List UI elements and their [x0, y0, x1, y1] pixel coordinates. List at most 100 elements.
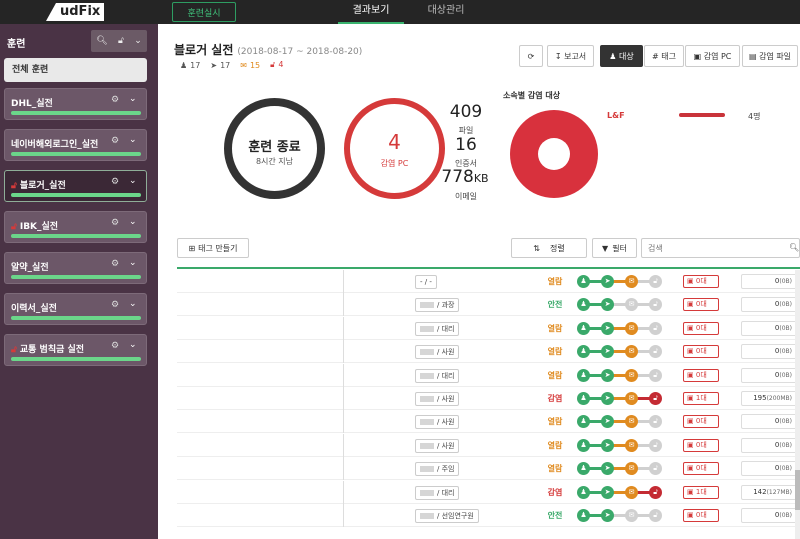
infected-pc-cell[interactable]: ▣ 0대: [683, 509, 719, 522]
unlock-icon: 🔓︎: [649, 462, 662, 476]
infected-pc-cell[interactable]: ▣ 0대: [683, 298, 719, 312]
name-rank-badge: / 대리: [415, 485, 460, 500]
sidebar-item-training[interactable]: 네이버해외로그인_실전 ⚙︎ ⌄: [4, 129, 147, 161]
table-row[interactable]: - / - 열람 ♟︎ ➤︎ ✉︎ 🔓︎ ▣ 0대 0(0B): [177, 270, 800, 293]
tab-results[interactable]: 결과보기: [338, 0, 404, 24]
chevron-down-icon[interactable]: ⌄: [129, 340, 137, 350]
refresh-button[interactable]: ⟳: [519, 45, 543, 67]
run-training-button[interactable]: 훈련실시: [172, 2, 236, 22]
progress-flow: ♟︎ ➤︎ ✉︎ 🔓︎: [577, 345, 663, 359]
chevron-down-icon[interactable]: ⌄: [134, 36, 142, 46]
sidebar-title: 훈련: [7, 39, 26, 50]
unlock-icon: 🔓︎: [649, 368, 662, 382]
unlock-icon: 🔓︎: [649, 392, 662, 405]
gear-icon[interactable]: ⚙︎: [111, 177, 119, 187]
sidebar-item-label: 네이버해외로그인_실전: [11, 140, 99, 150]
report-button[interactable]: ↧︎ 보고서: [547, 45, 594, 67]
sent-data-cell: 195(200MB): [741, 391, 797, 406]
gear-icon[interactable]: ⚙︎: [111, 300, 119, 310]
envelope-icon: ✉︎: [625, 298, 638, 312]
sidebar-item-training[interactable]: DHL_실전 ⚙︎ ⌄: [4, 88, 147, 120]
search-icon[interactable]: 🔍︎: [96, 36, 107, 46]
gear-icon[interactable]: ⚙︎: [111, 341, 119, 351]
unlock-icon: 🔓︎: [649, 485, 662, 499]
sidebar-item-label: 🔓︎ IBK_실전: [11, 222, 59, 232]
search-input[interactable]: [641, 238, 800, 258]
table-row[interactable]: / 대리 열람 ♟︎ ➤︎ ✉︎ 🔓︎ ▣ 0대 0(0B): [177, 316, 800, 340]
chevron-down-icon[interactable]: ⌄: [129, 176, 137, 186]
sent-data-cell: 0(0B): [741, 367, 797, 383]
column-divider: [343, 504, 344, 527]
table-row[interactable]: / 대리 열람 ♟︎ ➤︎ ✉︎ 🔓︎ ▣ 0대 0(0B): [177, 363, 800, 387]
tab-target-management[interactable]: 대상관리: [418, 0, 474, 24]
paper-plane-icon: ➤︎: [601, 368, 614, 382]
unlock-icon[interactable]: 🔓︎: [118, 36, 124, 46]
gear-icon[interactable]: ⚙︎: [111, 95, 119, 105]
infected-pc-cell[interactable]: ▣ 0대: [683, 368, 719, 382]
sidebar-item-training[interactable]: 🔓︎ IBK_실전 ⚙︎ ⌄: [4, 211, 147, 243]
sent-data-cell: 0(0B): [741, 461, 797, 477]
table-row[interactable]: / 사원 감염 ♟︎ ➤︎ ✉︎ 🔓︎ ▣ 1대 195(200MB): [177, 387, 800, 410]
scrollbar-thumb[interactable]: [795, 470, 800, 510]
view-by-tag-button[interactable]: # 태그: [644, 45, 684, 67]
envelope-icon: ✉︎: [625, 392, 638, 405]
table-row[interactable]: / 사원 열람 ♟︎ ➤︎ ✉︎ 🔓︎ ▣ 0대 0(0B): [177, 410, 800, 434]
user-icon: ♟︎: [577, 438, 590, 452]
table-row[interactable]: / 사원 열람 ♟︎ ➤︎ ✉︎ 🔓︎ ▣ 0대 0(0B): [177, 340, 800, 364]
infected-pc-cell[interactable]: ▣ 0대: [683, 275, 719, 288]
infected-pc-cell[interactable]: ▣ 0대: [683, 345, 719, 359]
infected-pc-cell[interactable]: ▣ 0대: [683, 415, 719, 429]
sidebar-item-training[interactable]: 이력서_실전 ⚙︎ ⌄: [4, 293, 147, 325]
table-row[interactable]: / 선임연구원 안전 ♟︎ ➤︎ ✉︎ 🔓︎ ▣ 0대 0(0B): [177, 504, 800, 527]
chevron-down-icon[interactable]: ⌄: [129, 258, 137, 268]
infected-pc-cell[interactable]: ▣ 0대: [683, 438, 719, 452]
sent-data-cell: 0(0B): [741, 344, 797, 360]
chevron-down-icon[interactable]: ⌄: [129, 217, 137, 227]
view-infected-file-button[interactable]: ▤ 감염 파일: [742, 45, 798, 67]
sidebar-tools: 🔍︎ 🔓︎ ⌄: [91, 30, 147, 52]
infected-pc-cell[interactable]: ▣ 1대: [683, 392, 719, 405]
chevron-down-icon[interactable]: ⌄: [129, 299, 137, 309]
user-icon: ♟︎: [577, 462, 590, 476]
gear-icon[interactable]: ⚙︎: [111, 259, 119, 269]
infected-pc-cell[interactable]: ▣ 0대: [683, 321, 719, 335]
stat-targets: ♟︎ 17: [180, 60, 201, 70]
progress-bar: [11, 152, 141, 156]
column-divider: [343, 293, 344, 317]
progress-flow: ♟︎ ➤︎ ✉︎ 🔓︎: [577, 415, 663, 429]
gear-icon[interactable]: ⚙︎: [111, 218, 119, 228]
create-tag-button[interactable]: ⊞ 태그 만들기: [177, 238, 249, 258]
search-icon[interactable]: 🔍︎: [789, 243, 799, 252]
envelope-icon: ✉︎: [625, 275, 638, 288]
sidebar-item-training[interactable]: 🔓︎ 교통 범칙금 실전 ⚙︎ ⌄: [4, 334, 147, 366]
filter-button[interactable]: ▼ 필터: [592, 238, 637, 258]
sidebar-item-all[interactable]: 전체 훈련: [4, 58, 147, 82]
sort-button[interactable]: ⇅ 정렬: [511, 238, 587, 258]
table-row[interactable]: / 대리 감염 ♟︎ ➤︎ ✉︎ 🔓︎ ▣ 1대 142(127MB): [177, 480, 800, 504]
sent-data-cell: 0(0B): [741, 437, 797, 453]
view-by-target-button[interactable]: ♟︎ 대상: [600, 45, 643, 67]
app-logo[interactable]: udFix: [46, 2, 105, 22]
chevron-down-icon[interactable]: ⌄: [129, 94, 137, 104]
table-row[interactable]: / 사원 열람 ♟︎ ➤︎ ✉︎ 🔓︎ ▣ 0대 0(0B): [177, 433, 800, 457]
stats-row: ♟︎ 17 ➤︎ 17 ✉︎ 15 🔓︎ 4: [180, 60, 283, 70]
chevron-down-icon[interactable]: ⌄: [129, 135, 137, 145]
gear-icon[interactable]: ⚙︎: [111, 136, 119, 146]
sidebar-item-training[interactable]: 알약_실전 ⚙︎ ⌄: [4, 252, 147, 284]
infected-pc-cell[interactable]: ▣ 1대: [683, 485, 719, 499]
view-infected-pc-button[interactable]: ▣ 감염 PC: [685, 45, 740, 67]
table-row[interactable]: / 과장 안전 ♟︎ ➤︎ ✉︎ 🔓︎ ▣ 0대 0(0B): [177, 293, 800, 317]
paper-plane-icon: ➤︎: [601, 392, 614, 405]
infected-pc-cell[interactable]: ▣ 0대: [683, 462, 719, 476]
plus-icon: ⊞: [188, 243, 196, 253]
table-row[interactable]: / 주임 열람 ♟︎ ➤︎ ✉︎ 🔓︎ ▣ 0대 0(0B): [177, 457, 800, 481]
column-divider: [343, 316, 344, 340]
column-divider: [343, 480, 344, 504]
stat-infected: 🔓︎ 4: [270, 60, 284, 69]
unlock-icon: 🔓︎: [649, 275, 662, 288]
training-title: 블로거 실전: [174, 43, 234, 57]
paper-plane-icon: ➤︎: [601, 438, 614, 452]
sidebar: 훈련 🔍︎ 🔓︎ ⌄ 전체 훈련 DHL_실전 ⚙︎ ⌄ 네이버해외로그인_실전 ⚙︎ ⌄…: [0, 24, 158, 539]
status-badge: 열람: [547, 277, 563, 286]
sidebar-item-training[interactable]: 🔓︎ 블로거_실전 ⚙︎ ⌄: [4, 170, 147, 202]
